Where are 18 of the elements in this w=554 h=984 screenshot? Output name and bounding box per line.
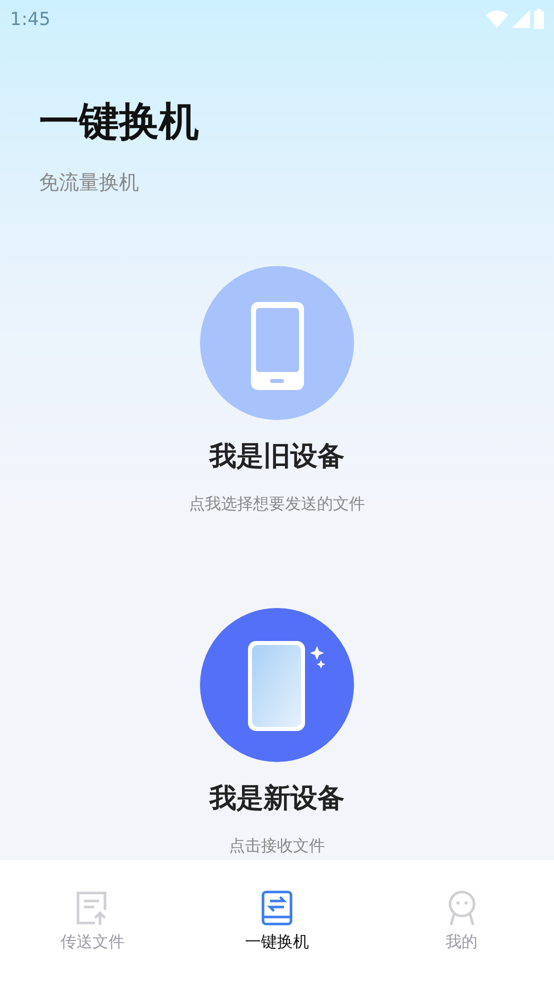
device-hint: 点我选择想要发送的文件: [189, 494, 365, 515]
page-title: 一键换机: [39, 98, 200, 147]
device-hint: 点击接收文件: [229, 836, 325, 857]
status-time: 1:45: [10, 8, 50, 30]
tab-label: 传送文件: [60, 932, 124, 953]
phone-icon: [200, 608, 354, 762]
phone-icon: [200, 266, 354, 420]
tab-label: 一键换机: [245, 932, 309, 953]
tab-label: 我的: [446, 932, 478, 953]
book-swap-icon: [261, 890, 293, 926]
wifi-icon: [486, 10, 508, 28]
device-title[interactable]: 我是旧设备: [210, 438, 344, 474]
battery-icon: [534, 9, 544, 29]
signal-icon: [512, 10, 530, 28]
tab[interactable]: 一键换机: [184, 890, 370, 953]
document-upload-icon: [75, 890, 110, 926]
device-title[interactable]: 我是新设备: [210, 780, 344, 816]
page-subtitle: 免流量换机: [39, 169, 140, 196]
